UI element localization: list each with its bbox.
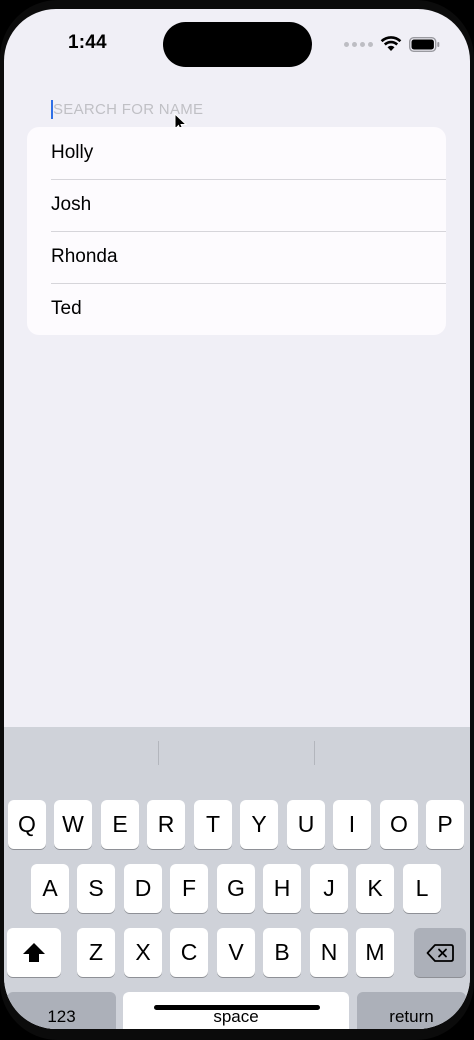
phone-frame: 1:44 Holly Josh (0, 0, 474, 1040)
key-x[interactable]: X (124, 928, 162, 977)
key-i[interactable]: I (333, 800, 371, 849)
key-t[interactable]: T (194, 800, 232, 849)
key-q[interactable]: Q (8, 800, 46, 849)
key-n[interactable]: N (310, 928, 348, 977)
home-indicator (154, 1005, 320, 1010)
key-l[interactable]: L (403, 864, 441, 913)
key-r[interactable]: R (147, 800, 185, 849)
key-f[interactable]: F (170, 864, 208, 913)
key-e[interactable]: E (101, 800, 139, 849)
cellular-signal-icon (344, 41, 373, 47)
key-y[interactable]: Y (240, 800, 278, 849)
list-item-ted[interactable]: Ted (27, 283, 446, 335)
list-item-rhonda[interactable]: Rhonda (27, 231, 446, 283)
shift-icon (23, 942, 45, 962)
key-k[interactable]: K (356, 864, 394, 913)
numbers-key[interactable]: 123 (7, 992, 116, 1029)
key-z[interactable]: Z (77, 928, 115, 977)
key-g[interactable]: G (217, 864, 255, 913)
delete-backward-icon (426, 943, 454, 962)
suggestion-divider (158, 741, 159, 765)
dynamic-island (163, 22, 312, 67)
status-time: 1:44 (68, 32, 107, 53)
key-u[interactable]: U (287, 800, 325, 849)
list-item-holly[interactable]: Holly (27, 127, 446, 179)
wifi-icon (380, 36, 402, 51)
battery-icon (409, 36, 440, 52)
keyboard: Q W E R T Y U I O P A S D F G H J K L Z … (4, 727, 470, 1029)
space-key[interactable]: space (123, 992, 349, 1029)
shift-key[interactable] (7, 928, 61, 977)
key-m[interactable]: M (356, 928, 394, 977)
key-c[interactable]: C (170, 928, 208, 977)
list-item-label: Rhonda (51, 246, 118, 267)
key-b[interactable]: B (263, 928, 301, 977)
key-j[interactable]: J (310, 864, 348, 913)
key-h[interactable]: H (263, 864, 301, 913)
list-item-label: Josh (51, 194, 92, 215)
key-p[interactable]: P (426, 800, 464, 849)
key-a[interactable]: A (31, 864, 69, 913)
suggestion-divider (314, 741, 315, 765)
key-o[interactable]: O (380, 800, 418, 849)
list-item-label: Ted (51, 298, 82, 319)
delete-key[interactable] (414, 928, 466, 977)
key-s[interactable]: S (77, 864, 115, 913)
return-key[interactable]: return (357, 992, 466, 1029)
status-icons (344, 36, 440, 52)
screen: 1:44 Holly Josh (4, 9, 470, 1029)
key-v[interactable]: V (217, 928, 255, 977)
names-list: Holly Josh Rhonda Ted (27, 127, 446, 335)
key-w[interactable]: W (54, 800, 92, 849)
key-d[interactable]: D (124, 864, 162, 913)
list-item-josh[interactable]: Josh (27, 179, 446, 231)
text-cursor (51, 100, 53, 119)
list-item-label: Holly (51, 142, 94, 163)
